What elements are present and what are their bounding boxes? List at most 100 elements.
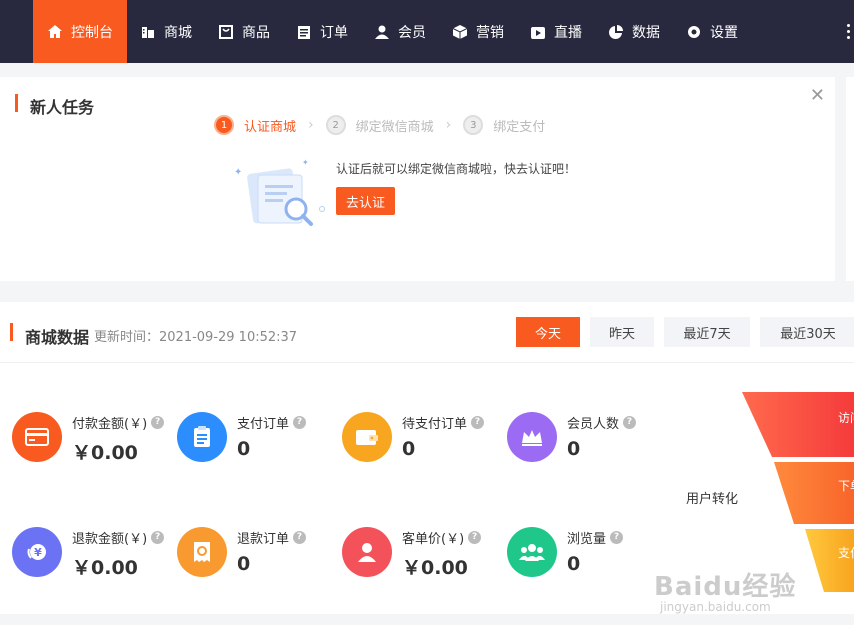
range-selector: 今天 昨天 最近7天 最近30天 <box>516 317 854 347</box>
stat-page-views[interactable]: 浏览量? 0 <box>507 527 672 583</box>
clipboard-icon <box>298 25 310 39</box>
nav-label: 商城 <box>164 24 192 41</box>
nav-item-orders[interactable]: 订单 <box>283 0 361 63</box>
close-icon[interactable]: ✕ <box>810 85 825 106</box>
task-steps: 1 认证商城 › 2 绑定微信商城 › 3 绑定支付 <box>214 115 545 135</box>
stat-label: 付款金额(￥) <box>72 417 148 432</box>
user-icon <box>375 25 389 39</box>
document-search-illustration-icon: ✦ ✦ <box>234 158 325 226</box>
help-icon[interactable]: ? <box>471 416 485 429</box>
range-30days-button[interactable]: 最近30天 <box>760 317 854 347</box>
gear-icon <box>688 25 700 38</box>
help-icon[interactable]: ? <box>151 531 165 544</box>
person-icon <box>342 527 392 577</box>
mall-data-title: 商城数据 <box>25 328 90 347</box>
stat-label: 待支付订单 <box>402 417 468 432</box>
nav-item-live[interactable]: 直播 <box>517 0 595 63</box>
stat-label: 支付订单 <box>237 417 290 432</box>
stat-value: 0 <box>567 438 581 460</box>
funnel-stage-label: 支付 <box>838 546 854 560</box>
update-time: 更新时间：2021-09-29 10:52:37 <box>94 330 298 345</box>
range-today-button[interactable]: 今天 <box>516 317 580 347</box>
nav-item-settings[interactable]: 设置 <box>673 0 751 63</box>
live-icon <box>531 26 545 39</box>
help-icon[interactable]: ? <box>293 531 307 544</box>
wallet-icon <box>342 412 392 462</box>
step-number: 1 <box>214 115 234 135</box>
store-icon <box>142 26 154 38</box>
step-label: 认证商城 <box>244 119 297 135</box>
stat-member-count[interactable]: 会员人数? 0 <box>507 412 672 468</box>
title-accent <box>10 323 13 341</box>
title-accent <box>15 94 18 112</box>
nav-label: 营销 <box>476 24 504 41</box>
task-title: 新人任务 <box>30 98 95 117</box>
more-icon[interactable] <box>842 24 854 39</box>
nav-label: 设置 <box>710 24 738 41</box>
nav-item-goods[interactable]: 商品 <box>205 0 283 63</box>
help-icon[interactable]: ? <box>610 531 624 544</box>
nav-label: 数据 <box>632 24 660 41</box>
nav-label: 订单 <box>320 24 348 41</box>
funnel-stage-label: 下单 <box>838 479 854 493</box>
funnel-stage-label: 访问 <box>838 411 854 425</box>
step-2[interactable]: 2 绑定微信商城 <box>325 115 434 135</box>
nav-item-dashboard[interactable]: 控制台 <box>33 0 127 63</box>
divider <box>0 362 854 363</box>
step-label: 绑定支付 <box>493 119 546 135</box>
box-icon <box>452 24 468 39</box>
stat-value: ￥0.00 <box>402 557 468 579</box>
range-7days-button[interactable]: 最近7天 <box>664 317 750 347</box>
stat-value: 0 <box>567 553 581 575</box>
nav-item-mall[interactable]: 商城 <box>127 0 205 63</box>
chevron-right-icon: › <box>445 117 452 133</box>
stat-payment-amount[interactable]: 付款金额(￥)? ￥0.00 <box>12 412 177 468</box>
funnel-stage-order <box>774 462 854 524</box>
stat-value: 0 <box>237 438 251 460</box>
bottom-strip <box>0 625 854 638</box>
group-icon <box>507 527 557 577</box>
nav-item-data[interactable]: 数据 <box>595 0 673 63</box>
stat-value: ￥0.00 <box>72 557 138 579</box>
bag-icon <box>219 24 233 39</box>
card-icon <box>12 412 62 462</box>
funnel-stage-pay <box>805 529 854 592</box>
svg-text:✦: ✦ <box>234 167 242 178</box>
step-1[interactable]: 1 认证商城 <box>214 115 296 135</box>
nav-item-members[interactable]: 会员 <box>361 0 439 63</box>
task-card: 新人任务 ✕ 1 认证商城 › 2 绑定微信商城 › 3 绑定支付 ✦ ✦ 认证… <box>0 77 835 281</box>
watermark-text: Baidu经验 <box>654 572 797 602</box>
stat-label: 退款金额(￥) <box>72 532 148 547</box>
stat-label: 会员人数 <box>567 417 620 432</box>
svg-text:¥: ¥ <box>34 546 42 559</box>
refund-icon: ¥ <box>12 527 62 577</box>
help-icon[interactable]: ? <box>151 416 165 429</box>
nav-label: 控制台 <box>71 24 113 41</box>
stat-refund-orders[interactable]: 退款订单? 0 <box>177 527 342 583</box>
help-icon[interactable]: ? <box>468 531 482 544</box>
conversion-funnel: 访问 下单 支付 <box>742 392 854 592</box>
home-icon <box>48 24 62 38</box>
funnel-label: 用户转化 <box>686 492 739 507</box>
step-3[interactable]: 3 绑定支付 <box>463 115 545 135</box>
stat-refund-amount[interactable]: ¥ 退款金额(￥)? ￥0.00 <box>12 527 177 583</box>
go-verify-button[interactable]: 去认证 <box>336 187 395 215</box>
svg-text:✦: ✦ <box>302 158 309 167</box>
nav-label: 商品 <box>242 24 270 41</box>
stat-avg-order-price[interactable]: 客单价(￥)? ￥0.00 <box>342 527 507 583</box>
stat-paid-orders[interactable]: 支付订单? 0 <box>177 412 342 468</box>
stat-value: ￥0.00 <box>72 442 138 464</box>
stat-pending-orders[interactable]: 待支付订单? 0 <box>342 412 507 468</box>
nav-item-marketing[interactable]: 营销 <box>439 0 517 63</box>
stat-label: 浏览量 <box>567 532 607 547</box>
nav-label: 会员 <box>398 24 426 41</box>
chevron-right-icon: › <box>308 117 314 133</box>
top-nav: 控制台 商城 商品 订单 会员 营销 直播 数据 设置 <box>0 0 854 63</box>
range-yesterday-button[interactable]: 昨天 <box>590 317 654 347</box>
help-icon[interactable]: ? <box>623 416 637 429</box>
order-icon <box>177 412 227 462</box>
nav-label: 直播 <box>554 24 582 41</box>
pie-icon <box>609 24 623 39</box>
help-icon[interactable]: ? <box>293 416 307 429</box>
refund-order-icon <box>177 527 227 577</box>
